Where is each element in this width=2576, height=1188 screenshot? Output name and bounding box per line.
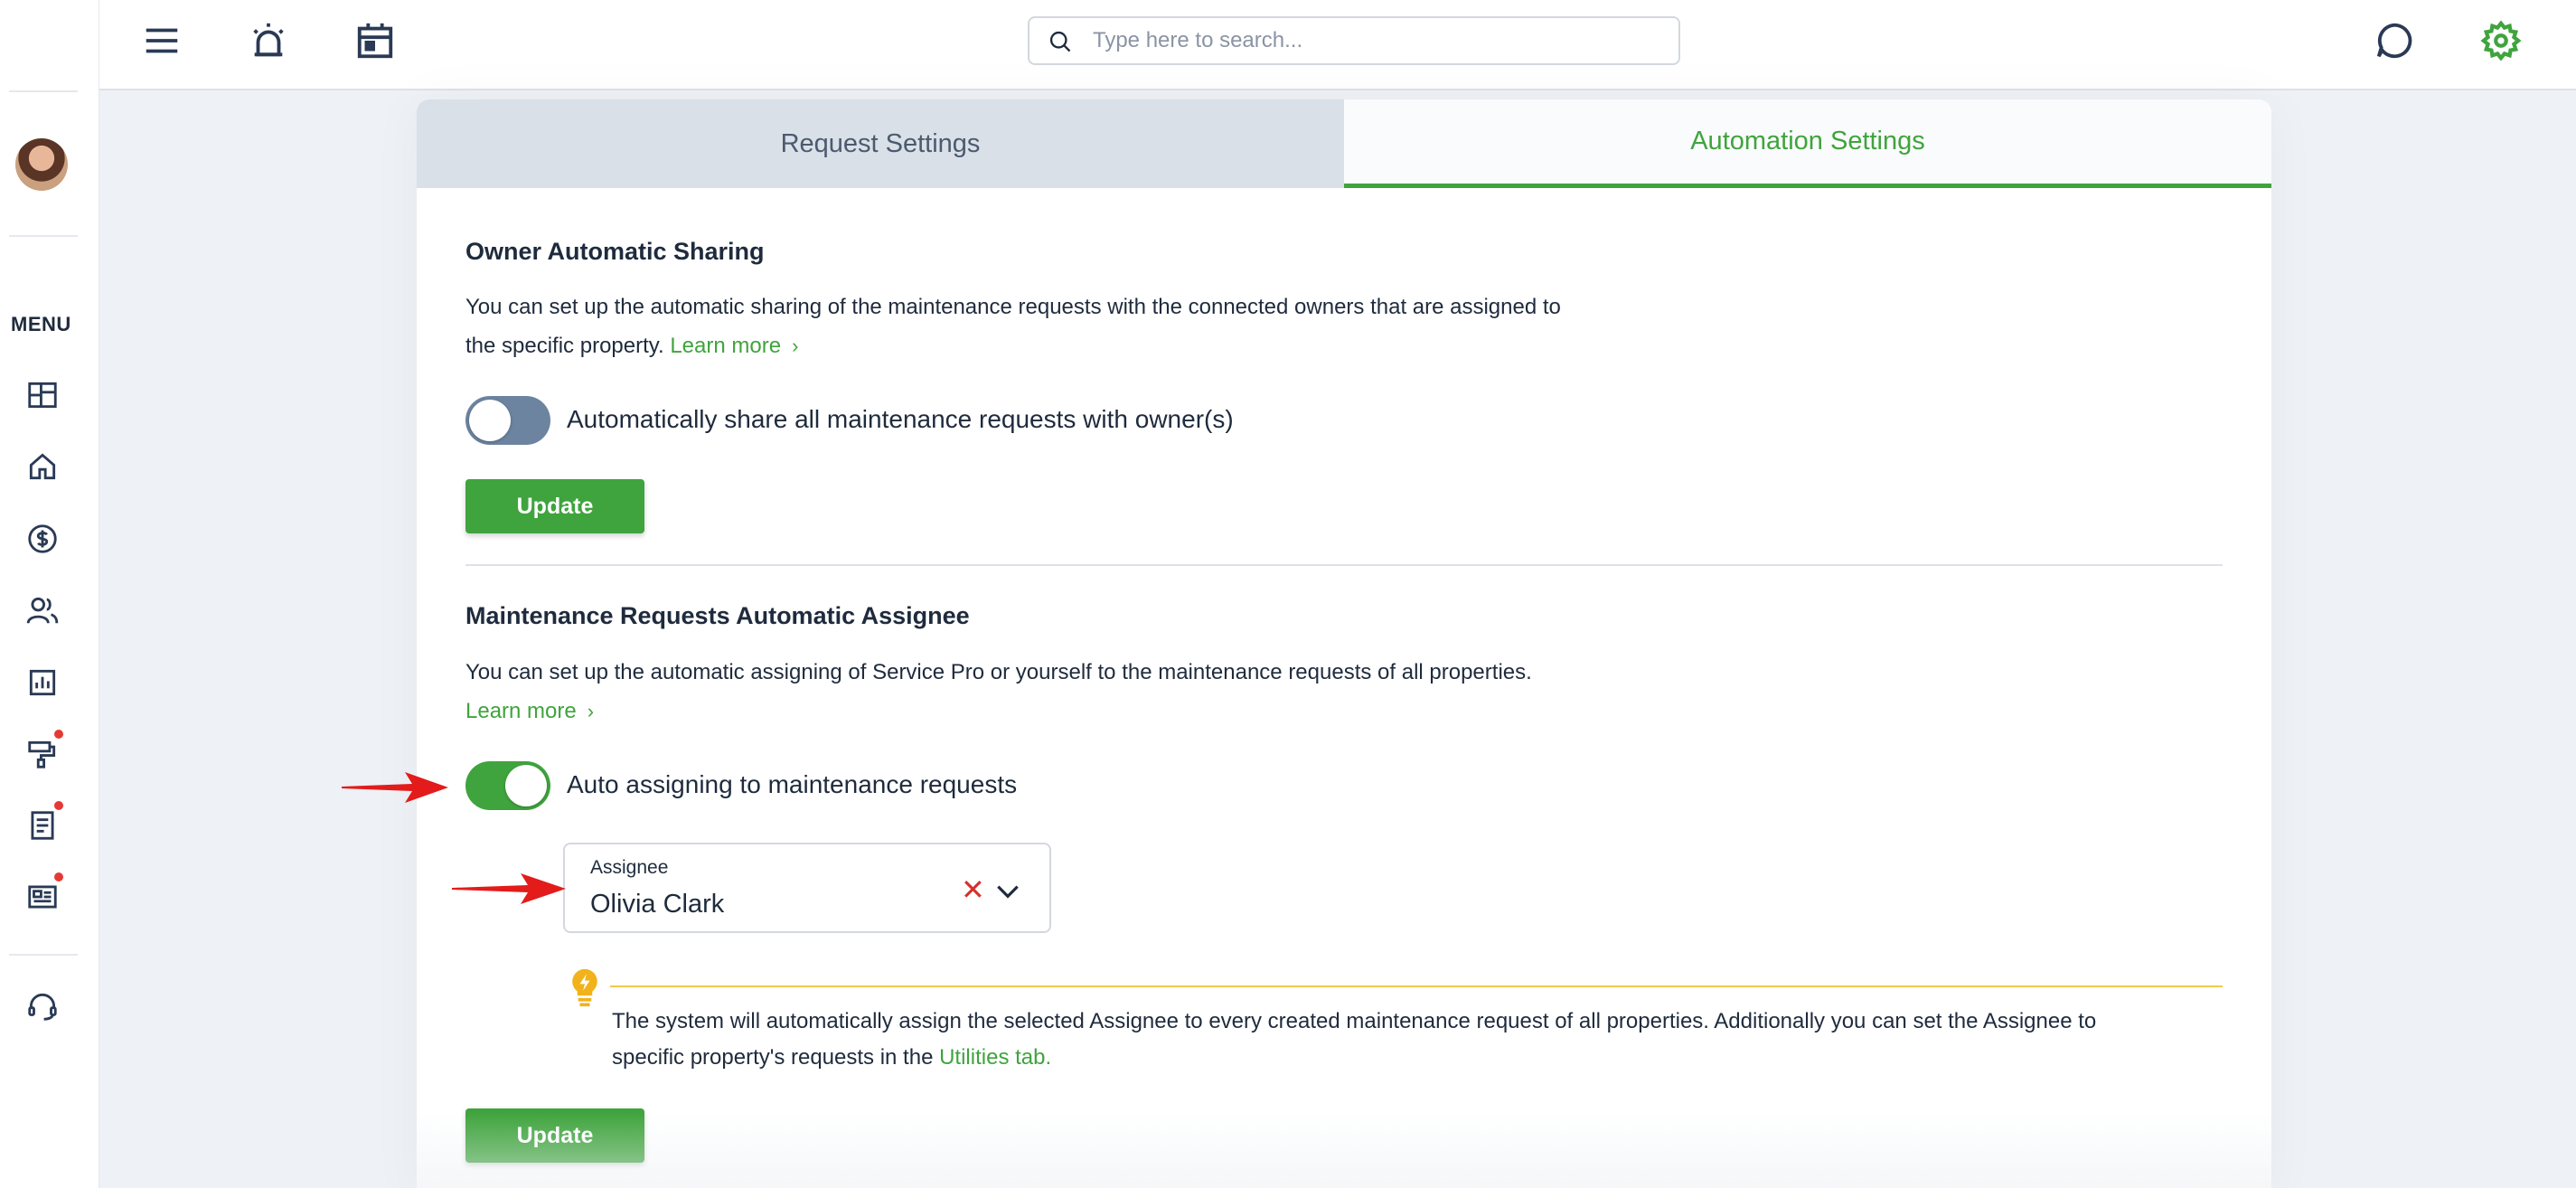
owner-sharing-description-line2: the specific property. bbox=[465, 334, 664, 358]
search-input[interactable] bbox=[1093, 25, 1662, 56]
search-bar[interactable] bbox=[1028, 16, 1680, 65]
owner-sharing-title: Owner Automatic Sharing bbox=[465, 238, 765, 265]
lightbulb-icon bbox=[572, 968, 597, 1007]
settings-card: Request Settings Automation Settings Own… bbox=[417, 99, 2271, 1188]
section-divider bbox=[465, 564, 2223, 566]
auto-assignee-update-button[interactable]: Update bbox=[465, 1108, 644, 1163]
headset-icon[interactable] bbox=[25, 989, 60, 1023]
settings-icon[interactable] bbox=[2480, 20, 2522, 61]
clear-icon[interactable]: ✕ bbox=[961, 875, 985, 904]
menu-icon[interactable] bbox=[141, 20, 183, 61]
notification-dot bbox=[54, 801, 63, 810]
auto-assignee-description-text: You can set up the automatic assigning o… bbox=[465, 660, 1532, 684]
paint-roller-icon[interactable] bbox=[25, 737, 60, 771]
dollar-icon[interactable] bbox=[25, 522, 60, 556]
utilities-tab-link[interactable]: Utilities tab. bbox=[939, 1045, 1051, 1070]
calendar-icon[interactable] bbox=[354, 20, 396, 61]
chat-icon[interactable] bbox=[2374, 20, 2415, 61]
auto-assign-toggle-label: Auto assigning to maintenance requests bbox=[567, 770, 1018, 798]
learn-more-link[interactable]: Learn more bbox=[465, 699, 577, 723]
newspaper-icon[interactable] bbox=[25, 880, 60, 914]
annotation-arrow bbox=[452, 873, 566, 904]
tab-request-settings[interactable]: Request Settings bbox=[417, 99, 1344, 188]
menu-label: MENU bbox=[11, 313, 71, 335]
auto-assignee-description: You can set up the automatic assigning o… bbox=[465, 653, 1532, 731]
sidebar-divider bbox=[9, 954, 78, 956]
document-icon[interactable] bbox=[25, 808, 60, 843]
tab-automation-settings[interactable]: Automation Settings bbox=[1344, 99, 2271, 188]
notification-dot bbox=[54, 730, 63, 739]
assignee-value: Olivia Clark bbox=[590, 890, 725, 919]
tip-text: The system will automatically assign the… bbox=[612, 1004, 2221, 1076]
learn-more-link[interactable]: Learn more bbox=[670, 334, 781, 358]
avatar[interactable] bbox=[15, 138, 68, 191]
annotation-arrow bbox=[342, 772, 448, 803]
search-icon bbox=[1049, 31, 1071, 52]
tip-separator bbox=[610, 985, 2223, 987]
chevron-right-icon: › bbox=[792, 335, 799, 357]
users-icon[interactable] bbox=[25, 593, 60, 627]
sidebar-divider bbox=[9, 90, 78, 92]
dashboard-icon[interactable] bbox=[25, 378, 60, 412]
owner-sharing-toggle-label: Automatically share all maintenance requ… bbox=[567, 405, 1234, 433]
reports-icon[interactable] bbox=[25, 665, 60, 700]
auto-assign-toggle[interactable] bbox=[465, 761, 550, 810]
chevron-down-icon[interactable] bbox=[993, 877, 1022, 906]
toggle-knob bbox=[505, 765, 547, 806]
assignee-label: Assignee bbox=[590, 857, 669, 878]
owner-sharing-update-button[interactable]: Update bbox=[465, 479, 644, 533]
owner-sharing-toggle[interactable] bbox=[465, 396, 550, 445]
tip-line1: The system will automatically assign the… bbox=[612, 1009, 2097, 1033]
owner-sharing-description-line1: You can set up the automatic sharing of … bbox=[465, 295, 1561, 319]
home-icon[interactable] bbox=[25, 449, 60, 484]
chevron-right-icon: › bbox=[587, 700, 595, 722]
notification-dot bbox=[54, 872, 63, 882]
tip-line2: specific property's requests in the bbox=[612, 1045, 934, 1070]
sidebar: MENU bbox=[0, 0, 99, 1188]
assignee-select[interactable]: Assignee Olivia Clark ✕ bbox=[563, 843, 1051, 933]
alarm-icon[interactable] bbox=[248, 20, 289, 61]
sidebar-divider bbox=[9, 235, 78, 237]
topbar bbox=[99, 0, 2576, 90]
auto-assignee-title: Maintenance Requests Automatic Assignee bbox=[465, 602, 970, 629]
toggle-knob bbox=[469, 400, 511, 441]
owner-sharing-description: You can set up the automatic sharing of … bbox=[465, 288, 1561, 365]
